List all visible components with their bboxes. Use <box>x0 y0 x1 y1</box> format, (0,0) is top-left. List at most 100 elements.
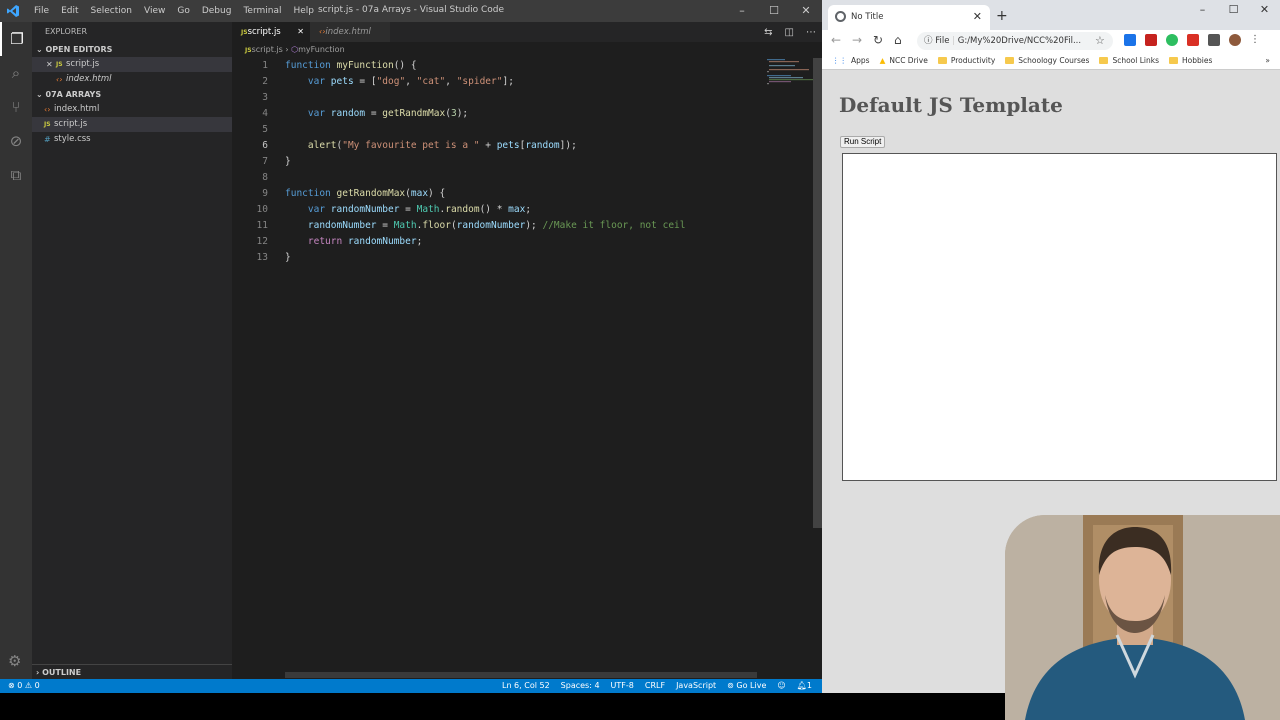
html-file-icon: ‹› <box>44 105 51 114</box>
file-item[interactable]: ‹› index.html <box>32 102 232 117</box>
code-line[interactable]: function myFunction() { <box>285 58 685 74</box>
explorer-title: EXPLORER <box>45 27 87 36</box>
menu-go[interactable]: Go <box>171 6 195 16</box>
menu-help[interactable]: Help <box>287 6 320 16</box>
open-changes-icon[interactable]: ⇆ <box>764 27 772 38</box>
menu-bar: File Edit Selection View Go Debug Termin… <box>28 0 320 22</box>
open-editors-section[interactable]: ⌄ OPEN EDITORS <box>32 42 232 57</box>
profile-avatar[interactable] <box>1229 34 1241 46</box>
outline-section[interactable]: › OUTLINE <box>32 664 232 679</box>
split-editor-icon[interactable]: ◫ <box>785 27 794 38</box>
address-bar[interactable]: ⓘ File | G:/My%20Drive/NCC%20Fil... <box>917 32 1113 50</box>
back-icon[interactable]: ← <box>831 33 841 47</box>
tab-index-html[interactable]: ‹›index.html <box>310 22 390 42</box>
home-icon[interactable]: ⌂ <box>894 33 902 47</box>
menu-terminal[interactable]: Terminal <box>237 6 287 16</box>
bookmark-hobbies[interactable]: Hobbies <box>1169 56 1212 65</box>
code-line[interactable]: var pets = ["dog", "cat", "spider"]; <box>285 74 685 90</box>
code-line[interactable] <box>285 170 685 186</box>
breadcrumb-file[interactable]: script.js <box>252 45 283 54</box>
code-line[interactable]: var random = getRandmMax(3); <box>285 106 685 122</box>
code-line[interactable] <box>285 122 685 138</box>
end-of-line[interactable]: CRLF <box>645 679 665 693</box>
extension-icon[interactable] <box>1187 34 1199 46</box>
code-line[interactable]: return randomNumber; <box>285 234 685 250</box>
close-icon[interactable]: ✕ <box>46 57 56 72</box>
more-bookmarks-icon[interactable]: » <box>1265 56 1270 65</box>
code-line[interactable] <box>285 90 685 106</box>
bookmarks-bar: ⋮⋮ Apps ▲ NCC Drive Productivity Schoology… <box>822 52 1280 70</box>
file-item[interactable]: # style.css <box>32 132 232 147</box>
minimap[interactable] <box>765 58 815 98</box>
browser-tab-title: No Title <box>851 12 884 22</box>
minimize-icon[interactable]: – <box>1187 0 1218 20</box>
cursor-position[interactable]: Ln 6, Col 52 <box>502 679 550 693</box>
menu-dots-icon[interactable]: ⋮ <box>1250 34 1260 46</box>
code-line[interactable]: } <box>285 154 685 170</box>
search-icon[interactable]: ⌕ <box>0 56 32 90</box>
gmail-icon[interactable] <box>1145 34 1157 46</box>
open-editor-item[interactable]: ✕ JS script.js <box>32 57 232 72</box>
url-scheme: File <box>935 36 950 46</box>
go-live-button[interactable]: ⊚ Go Live <box>727 679 766 693</box>
code-lines[interactable]: function myFunction() { var pets = ["dog… <box>285 58 685 266</box>
run-script-button[interactable]: Run Script <box>840 136 886 148</box>
notifications[interactable]: 🔔︎1 <box>797 679 812 693</box>
menu-edit[interactable]: Edit <box>55 6 84 16</box>
activity-bar: ❐ ⌕ ⑂ ⊘ ⧉ <box>0 22 32 679</box>
evernote-icon[interactable] <box>1166 34 1178 46</box>
gear-icon[interactable]: ⚙ <box>8 652 21 670</box>
menu-file[interactable]: File <box>28 6 55 16</box>
debug-icon[interactable]: ⊘ <box>0 124 32 158</box>
browser-tab[interactable]: No Title ✕ <box>828 5 990 30</box>
bookmark-label: Productivity <box>950 56 996 65</box>
tab-script-js[interactable]: JSscript.js ✕ <box>232 22 310 42</box>
language-mode[interactable]: JavaScript <box>676 679 716 693</box>
source-control-icon[interactable]: ⑂ <box>0 90 32 124</box>
extension-icon[interactable] <box>1208 34 1220 46</box>
code-line[interactable]: function getRandomMax(max) { <box>285 186 685 202</box>
menu-selection[interactable]: Selection <box>85 6 138 16</box>
bookmark-schoology-courses[interactable]: Schoology Courses <box>1005 56 1089 65</box>
extension-icon[interactable] <box>1124 34 1136 46</box>
file-item[interactable]: JS script.js <box>32 117 232 132</box>
code-line[interactable]: } <box>285 250 685 266</box>
menu-view[interactable]: View <box>138 6 171 16</box>
reload-icon[interactable]: ↻ <box>873 33 883 47</box>
maximize-icon[interactable]: ☐ <box>1218 0 1249 20</box>
broadcast-icon: ⊚ <box>727 681 734 690</box>
minimize-icon[interactable]: – <box>726 0 758 22</box>
indentation[interactable]: Spaces: 4 <box>561 679 600 693</box>
close-icon[interactable]: ✕ <box>1249 0 1280 20</box>
open-editor-item[interactable]: ‹› index.html <box>32 72 232 87</box>
extensions-icon[interactable]: ⧉ <box>0 158 32 192</box>
chrome-window-controls: – ☐ ✕ <box>1187 0 1280 20</box>
close-tab-icon[interactable]: ✕ <box>973 10 982 23</box>
webcam-overlay <box>1005 515 1280 720</box>
forward-icon[interactable]: → <box>852 33 862 47</box>
code-editor[interactable]: 1 2 3 4 5 6 7 8 9 10 11 12 13 function myFunction() … <box>232 58 822 679</box>
maximize-icon[interactable]: ☐ <box>758 0 790 22</box>
bookmark-star-icon[interactable]: ☆ <box>1095 34 1105 47</box>
code-line[interactable]: alert("My favourite pet is a " + pets[ra… <box>285 138 685 154</box>
menu-debug[interactable]: Debug <box>196 6 238 16</box>
line-number: 8 <box>262 172 268 183</box>
bookmark-productivity[interactable]: Productivity <box>937 56 996 65</box>
breadcrumb-symbol[interactable]: myFunction <box>298 45 345 54</box>
bookmark-ncc-drive[interactable]: ▲ NCC Drive <box>880 56 928 65</box>
encoding[interactable]: UTF-8 <box>611 679 634 693</box>
explorer-icon[interactable]: ❐ <box>0 22 32 56</box>
code-line[interactable]: randomNumber = Math.floor(randomNumber);… <box>285 218 686 234</box>
close-icon[interactable]: ✕ <box>790 0 822 22</box>
feedback-icon[interactable]: ☺ <box>777 679 785 693</box>
horizontal-scrollbar[interactable] <box>285 672 757 678</box>
problems-indicator[interactable]: ⊗ 0 ⚠ 0 <box>8 679 40 693</box>
vertical-scrollbar[interactable] <box>813 58 822 528</box>
close-icon[interactable]: ✕ <box>297 22 304 42</box>
code-line[interactable]: var randomNumber = Math.random() * max; <box>285 202 685 218</box>
bookmark-school-links[interactable]: School Links <box>1099 56 1159 65</box>
folder-section[interactable]: ⌄ 07A ARRAYS <box>32 87 232 102</box>
new-tab-icon[interactable]: + <box>996 8 1008 24</box>
more-actions-icon[interactable]: ⋯ <box>806 27 816 38</box>
bookmark-apps[interactable]: ⋮⋮ Apps <box>832 56 870 65</box>
